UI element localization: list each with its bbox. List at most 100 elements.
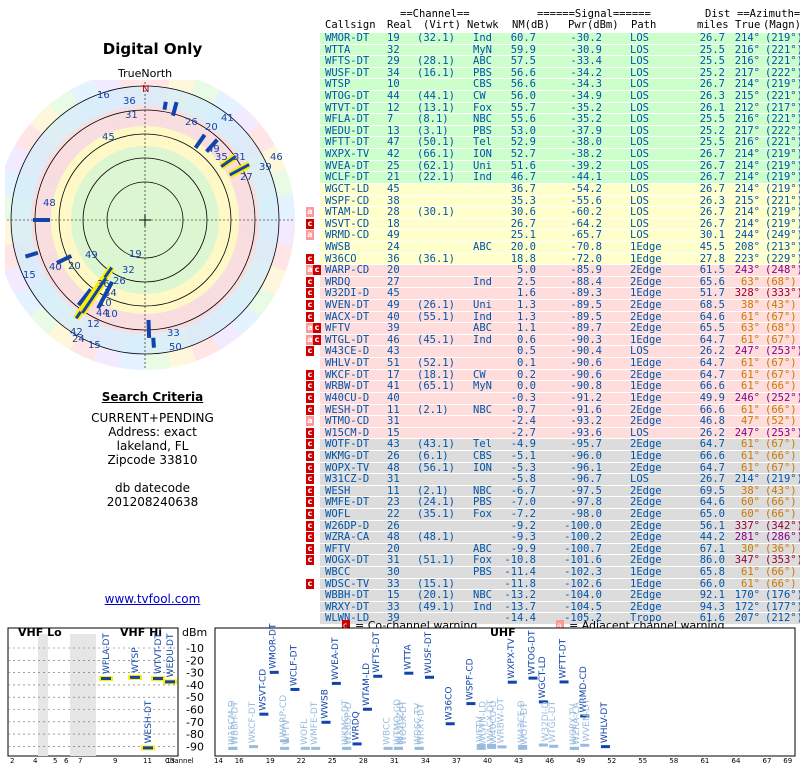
- polar-channel-label: 31: [125, 110, 138, 121]
- table-row[interactable]: c W40CU-D 40 -0.3 -91.2 1Edge 49.9 246° (252°): [305, 392, 800, 405]
- table-row[interactable]: WBCC 30 PBS -11.4 -102.3 1Edge 65.8 61° (66°): [305, 566, 800, 579]
- table-row[interactable]: c WESH-DT 11 (2.1) NBC -0.7 -91.6 2Edge 66.6 61°(…: [305, 404, 800, 417]
- uhf-station-label: WMOR-DT: [269, 623, 279, 669]
- table-row[interactable]: a WTAM-LD 28 (30.1) 30.6 -60.2 LOS 26.7 214° (219…: [305, 207, 800, 219]
- datecode-value: 201208240638: [106, 495, 199, 509]
- azimuth-true-cell: 61°: [741, 449, 760, 462]
- table-row[interactable]: a c WARP-CD 20 5.0 -85.9 2Edge 61.5 243° (248°): [305, 265, 800, 277]
- table-row[interactable]: c WKCF-DT 17 (18.1) CW 0.2 -90.6 2Edge 64.7 61° (6…: [305, 369, 800, 382]
- table-row[interactable]: c W31CZ-D 31 -5.8 -96.7 LOS 26.7 214° (219°): [305, 474, 800, 486]
- table-row[interactable]: c WRDQ 27 Ind 2.5 -88.4 2Edge 65.6 63° (68°): [305, 276, 800, 289]
- azimuth-true-cell: 214°: [734, 148, 760, 161]
- table-row[interactable]: WHLV-DT 51 (52.1) 0.1 -90.6 1Edge 64.7 61° (67°): [305, 357, 800, 370]
- table-row[interactable]: c WDSC-TV 33 (15.1) -11.8 -102.6 1Edge 66.0 61°(…: [305, 578, 800, 591]
- table-row[interactable]: c W15CM-D 15 -2.7 -93.6 LOS 26.2 247° (253°): [305, 427, 800, 440]
- cochannel-warning-icon: c: [306, 218, 314, 229]
- uhf-station-label: WTTA: [403, 644, 413, 670]
- table-row[interactable]: c WOPX-TV 48 (56.1) ION -5.3 -96.1 2Edge 64.7 61°…: [305, 462, 800, 475]
- azimuth-magn-cell: (67°): [765, 357, 797, 370]
- table-row[interactable]: WVEA-DT 25 (62.1) Uni 51.6 -39.2 LOS 26.7 214° (2…: [305, 160, 800, 173]
- power-cell: -60.2: [570, 206, 602, 219]
- uhf-station-label: WCLF-DT: [289, 644, 299, 686]
- table-row[interactable]: a WTMO-CD 31 -2.4 -93.2 2Edge 46.8 47° (52°): [305, 416, 800, 428]
- table-row[interactable]: WRXY-DT 33 (49.1) Ind -13.7 -104.5 2Edge 94.3 17…: [305, 601, 800, 614]
- virtual-channel-cell: (66.1): [417, 148, 455, 161]
- table-row[interactable]: WFTS-DT 29 (28.1) ABC 57.5 -33.4 LOS 25.5 216° (2…: [305, 56, 800, 68]
- table-row[interactable]: c WVEN-DT 49 (26.1) Uni 1.3 -89.5 2Edge 68.5 38° (…: [305, 299, 800, 312]
- table-row[interactable]: WWSB 24 ABC 20.0 -70.8 1Edge 45.5 208° (213°): [305, 240, 800, 254]
- y-tick-label: -30: [186, 667, 204, 680]
- table-row[interactable]: c WMFE-DT 23 (24.1) PBS -7.0 -97.8 2Edge 64.6 60°…: [305, 497, 800, 509]
- table-row[interactable]: WXPX-TV 42 (66.1) ION 52.7 -38.2 LOS 26.7 214° (2…: [305, 148, 800, 161]
- uhf-tick-label: 37: [452, 757, 461, 765]
- table-row[interactable]: c WOGX-DT 31 (51.1) Fox -10.8 -101.6 2Edge 86.0 3…: [305, 555, 800, 568]
- col-callsign: Callsign: [325, 19, 376, 31]
- network-cell: Uni: [473, 299, 492, 312]
- table-row[interactable]: WEDU-DT 13 (3.1) PBS 53.0 -37.9 LOS 25.2 217° (22…: [305, 125, 800, 138]
- cochannel-warning-icon: c: [306, 311, 314, 322]
- table-row[interactable]: c WOFL 22 (35.1) Fox -7.2 -98.0 2Edge 65.0 60° (66…: [305, 507, 800, 521]
- polar-channel-label: 15: [23, 270, 36, 281]
- table-row[interactable]: WSPF-CD 38 35.3 -55.6 LOS 26.3 215° (221°): [305, 195, 800, 208]
- uhf-station-label: W40CU-D: [489, 700, 499, 743]
- table-row[interactable]: c W26DP-D 26 -9.2 -100.0 2Edge 56.1 337° (342°): [305, 520, 800, 533]
- distance-cell: 45.5: [699, 240, 725, 253]
- table-row[interactable]: WTTA 32 MyN 59.9 -30.9 LOS 25.5 216° (221°): [305, 44, 800, 57]
- table-row[interactable]: c WFTV 20 ABC -9.9 -100.7 2Edge 67.1 30° (36°): [305, 543, 800, 556]
- cochannel-warning-icon: c: [306, 508, 314, 519]
- table-row[interactable]: WTVT-DT 12 (13.1) Fox 55.7 -35.2 LOS 26.1 212° (2…: [305, 102, 800, 115]
- table-row[interactable]: c WRBW-DT 41 (65.1) MyN 0.0 -90.8 1Edge 66.6 61°(…: [305, 381, 800, 393]
- table-row[interactable]: WFTT-DT 47 (50.1) Tel 52.9 -38.0 LOS 25.5 216° (2…: [305, 137, 800, 150]
- power-cell: -96.0: [570, 449, 602, 462]
- table-row[interactable]: WUSF-DT 34 (16.1) PBS 56.6 -34.2 LOS 25.2 217° (2…: [305, 67, 800, 80]
- noise-margin-cell: 60.7: [510, 32, 536, 44]
- table-row[interactable]: a c WFTV 39 ABC 1.1 -89.7 2Edge 65.5 63° (68°): [305, 323, 800, 335]
- table-row[interactable]: WTSP 10 CBS 56.6 -34.3 LOS 26.7 214° (219°): [305, 79, 800, 92]
- polar-channel-label: 16: [97, 90, 110, 101]
- uhf-signal-bar: [528, 676, 538, 680]
- path-cell: LOS: [630, 473, 649, 486]
- azimuth-true-cell: 214°: [734, 32, 760, 44]
- table-row[interactable]: c WZRA-CA 48 (48.1) -9.3 -100.2 2Edge 44.2 281°(…: [305, 532, 800, 544]
- azimuth-true-cell: 61°: [741, 566, 760, 579]
- table-row[interactable]: WCLF-DT 21 (22.1) Ind 46.7 -44.1 LOS 26.7 214° (2…: [305, 172, 800, 184]
- table-row[interactable]: c WSVT-CD 18 26.7 -64.2 LOS 26.7 214° (219°): [305, 218, 800, 231]
- uhf-signal-bar: [269, 670, 279, 674]
- table-row[interactable]: c WACX-DT 40 (55.1) Ind 1.3 -89.5 2Edge 64.6 61°(…: [305, 311, 800, 324]
- callsign-cell: WXPX-TV: [325, 148, 370, 161]
- uhf-station-label: WZRA-CA: [572, 701, 582, 744]
- path-cell: 1Edge: [630, 357, 662, 370]
- callsign-cell: WMOR-DT: [325, 32, 370, 44]
- uhf-station-label: WUSF-DT: [424, 631, 434, 674]
- table-row[interactable]: c W36CO 36 (36.1) 18.8 -72.0 1Edge 27.8 223° (229…: [305, 253, 800, 266]
- table-row[interactable]: WFLA-DT 7 (8.1) NBC 55.6 -35.2 LOS 25.5 216° (221…: [305, 114, 800, 126]
- table-row[interactable]: c WKMG-DT 26 (6.1) CBS -5.1 -96.0 1Edge 66.6 61° (…: [305, 449, 800, 463]
- cochannel-warning-icon: c: [313, 265, 321, 276]
- table-row[interactable]: WGCT-LD 45 36.7 -54.2 LOS 26.7 214° (219°): [305, 183, 800, 196]
- uhf-signal-bar: [259, 712, 269, 716]
- noise-margin-cell: 0.1: [517, 357, 536, 370]
- tvfool-link[interactable]: www.tvfool.com: [0, 592, 305, 606]
- azimuth-magn-cell: (219°): [765, 148, 800, 161]
- distance-cell: 65.0: [699, 507, 725, 520]
- left-panel: Digital Only TrueNorth 16 36 31 N 26 45 20 41 49…: [0, 0, 305, 620]
- table-row[interactable]: WTOG-DT 44 (44.1) CW 56.0 -34.9 LOS 26.3 215° (22…: [305, 90, 800, 103]
- table-row[interactable]: a WRMD-CD 49 25.1 -65.7 LOS 30.1 244° (249°): [305, 230, 800, 242]
- polar-channel-label: 40: [49, 262, 62, 273]
- network-cell: MyN: [473, 380, 492, 393]
- uhf-signal-bar: [466, 702, 476, 706]
- table-row[interactable]: a c WTGL-DT 46 (45.1) Ind 0.6 -90.3 1Edge 64.7 61°…: [305, 334, 800, 347]
- table-row[interactable]: c WESH 11 (2.1) NBC -6.7 -97.5 2Edge 69.5 38° (43°…: [305, 485, 800, 498]
- callsign-cell: WKMG-DT: [325, 449, 370, 462]
- table-row[interactable]: WMOR-DT 19 (32.1) Ind 60.7 -30.2 LOS 26.7 214° (2…: [305, 32, 800, 45]
- vhf-tick-label: 11: [143, 757, 152, 765]
- table-row[interactable]: WBBH-DT 15 (20.1) NBC -13.2 -104.0 2Edge 92.1 17…: [305, 590, 800, 602]
- cochannel-warning-icon: c: [306, 520, 314, 531]
- power-cell: -34.9: [570, 90, 602, 103]
- virtual-channel-cell: (35.1): [417, 507, 455, 520]
- table-row[interactable]: c WOTF-DT 43 (43.1) Tel -4.9 -95.7 2Edge 64.7 61°…: [305, 439, 800, 451]
- table-row[interactable]: c W32DI-D 45 1.6 -89.3 1Edge 51.7 328° (333°): [305, 288, 800, 301]
- table-row[interactable]: c W43CE-D 43 0.5 -90.4 LOS 26.2 247° (253°): [305, 346, 800, 359]
- uhf-signal-bar: [383, 746, 393, 750]
- station-table: ==Channel== ======Signal====== Dist ==Az…: [305, 0, 800, 626]
